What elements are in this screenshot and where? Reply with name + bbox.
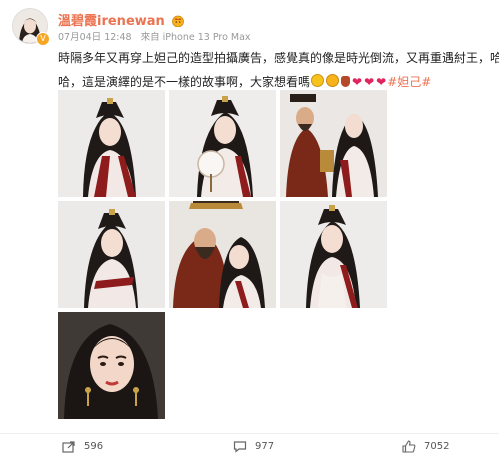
hashtag-link[interactable]: #妲己# bbox=[387, 75, 431, 89]
post-text-line-2-content: 哈，這是演繹的是不一樣的故事啊，大家想看嗎 bbox=[58, 75, 311, 89]
post-meta: 07月04日 12:48 來自 iPhone 13 Pro Max bbox=[58, 29, 257, 43]
comment-count: 977 bbox=[255, 441, 275, 452]
verified-badge-icon: V bbox=[36, 32, 50, 46]
image-grid bbox=[58, 90, 388, 420]
post-source[interactable]: 來自 iPhone 13 Pro Max bbox=[141, 32, 251, 43]
share-count: 596 bbox=[84, 441, 104, 452]
post-text-line-1: 時隔多年又再穿上妲己的造型拍攝廣告，感覺真的像是時光倒流，又再重遇紂王，哈 bbox=[58, 51, 499, 65]
heart-emoji-icon: ❤ bbox=[376, 75, 387, 89]
share-icon bbox=[62, 440, 76, 453]
laugh-emoji-icon bbox=[326, 74, 340, 87]
username[interactable]: 溫碧霞irenewan bbox=[58, 10, 185, 29]
heart-emoji-icon: ❤ bbox=[364, 75, 375, 89]
thumbs-up-icon bbox=[402, 440, 416, 453]
username-text[interactable]: 溫碧霞irenewan bbox=[58, 14, 165, 29]
comment-button[interactable]: 977 bbox=[233, 440, 274, 453]
comment-icon bbox=[233, 440, 247, 453]
photo-7[interactable] bbox=[58, 312, 165, 419]
post-text: 時隔多年又再穿上妲己的造型拍攝廣告，感覺真的像是時光倒流，又再重遇紂王，哈 哈，… bbox=[58, 46, 499, 94]
like-count: 7052 bbox=[424, 441, 450, 452]
photo-4[interactable] bbox=[58, 201, 165, 308]
like-button[interactable]: 7052 bbox=[402, 440, 449, 453]
post-date: 07月04日 12:48 bbox=[58, 32, 132, 43]
photo-6[interactable] bbox=[280, 201, 387, 308]
member-crown-icon bbox=[171, 15, 185, 28]
photo-3[interactable] bbox=[280, 90, 387, 197]
figure-emoji-icon bbox=[341, 76, 351, 87]
photo-1[interactable] bbox=[58, 90, 165, 197]
photo-2[interactable] bbox=[169, 90, 276, 197]
weibo-post: V 溫碧霞irenewan 07月04日 12:48 來自 iPhone 13 … bbox=[0, 0, 499, 457]
grin-emoji-icon bbox=[311, 74, 325, 87]
post-actions-bar: 596 977 7052 bbox=[0, 433, 499, 458]
heart-emoji-icon: ❤ bbox=[352, 75, 363, 89]
photo-5[interactable] bbox=[169, 201, 276, 308]
share-button[interactable]: 596 bbox=[62, 440, 103, 453]
